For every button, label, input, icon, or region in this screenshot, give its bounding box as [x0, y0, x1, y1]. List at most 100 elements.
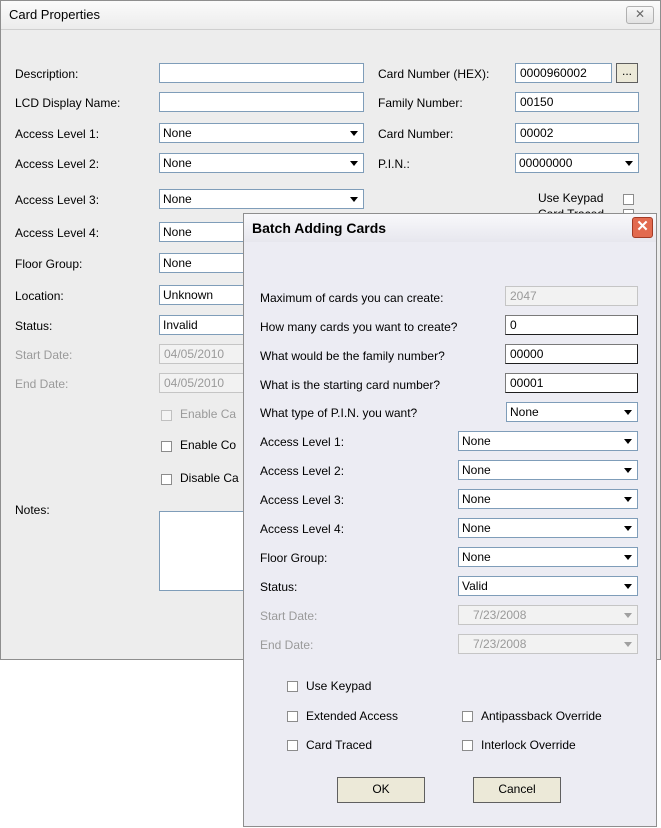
enable-checkbox-1 — [161, 410, 172, 421]
chevron-down-icon[interactable] — [345, 154, 363, 172]
lcd-display-name-input[interactable] — [159, 92, 364, 112]
disable-checkbox[interactable] — [161, 474, 172, 485]
notes-label: Notes: — [15, 503, 50, 517]
floor-group-value: None — [163, 256, 192, 270]
antipassback-override-label: Antipassback Override — [481, 709, 602, 723]
access-level-2-value: None — [163, 156, 192, 170]
access-level-1-value: None — [163, 126, 192, 140]
access-level-1-select[interactable]: None — [159, 123, 364, 143]
chevron-down-icon — [619, 606, 637, 624]
pin-select[interactable]: 00000000 — [515, 153, 639, 173]
card-traced-label: Card Traced — [306, 738, 373, 752]
family-number-input[interactable]: 00150 — [515, 92, 639, 112]
access-level-2-label: Access Level 2: — [15, 157, 100, 171]
access-level-1-value: None — [462, 434, 491, 448]
close-icon[interactable]: ✕ — [632, 217, 653, 238]
status-select[interactable]: Valid — [458, 576, 638, 596]
how-many-input[interactable]: 0 — [505, 315, 638, 335]
location-label: Location: — [15, 289, 64, 303]
access-level-4-label: Access Level 4: — [260, 522, 345, 536]
access-level-3-select[interactable]: None — [458, 489, 638, 509]
start-date-label: Start Date: — [260, 609, 318, 623]
pin-type-value: None — [510, 405, 539, 419]
disable-checkbox-label: Disable Ca — [180, 471, 239, 485]
end-date-picker: 7/23/2008 — [458, 634, 638, 654]
access-level-2-select[interactable]: None — [458, 460, 638, 480]
floor-group-label: Floor Group: — [260, 551, 328, 565]
access-level-3-value: None — [462, 492, 491, 506]
how-many-label: How many cards you want to create? — [260, 320, 458, 334]
enable-checkbox-2-label: Enable Co — [180, 438, 237, 452]
use-keypad-checkbox[interactable] — [287, 681, 298, 692]
chevron-down-icon[interactable] — [619, 432, 637, 450]
card-properties-titlebar[interactable]: Card Properties ✕ — [1, 1, 660, 30]
card-number-hex-label: Card Number (HEX): — [378, 67, 490, 81]
batch-adding-cards-window: Batch Adding Cards ✕ Maximum of cards yo… — [243, 213, 657, 827]
chevron-down-icon[interactable] — [619, 461, 637, 479]
access-level-1-label: Access Level 1: — [15, 127, 100, 141]
card-traced-checkbox[interactable] — [287, 740, 298, 751]
extended-access-checkbox[interactable] — [287, 711, 298, 722]
chevron-down-icon[interactable] — [345, 190, 363, 208]
chevron-down-icon[interactable] — [619, 403, 637, 421]
access-level-1-label: Access Level 1: — [260, 435, 345, 449]
end-date-label: End Date: — [260, 638, 314, 652]
max-cards-field: 2047 — [505, 286, 638, 306]
access-level-3-select[interactable]: None — [159, 189, 364, 209]
starting-number-label: What is the starting card number? — [260, 378, 441, 392]
card-number-input[interactable]: 00002 — [515, 123, 639, 143]
description-label: Description: — [15, 67, 79, 81]
interlock-override-checkbox[interactable] — [462, 740, 473, 751]
chevron-down-icon[interactable] — [620, 154, 638, 172]
window-title: Batch Adding Cards — [252, 220, 387, 236]
end-date-value: 7/23/2008 — [473, 637, 527, 651]
start-date-picker: 7/23/2008 — [458, 605, 638, 625]
ok-button[interactable]: OK — [337, 777, 425, 803]
access-level-4-value: None — [462, 521, 491, 535]
use-keypad-checkbox[interactable] — [623, 194, 634, 205]
card-number-label: Card Number: — [378, 127, 454, 141]
start-date-value: 7/23/2008 — [473, 608, 527, 622]
card-number-hex-input[interactable]: 0000960002 — [515, 63, 612, 83]
access-level-1-select[interactable]: None — [458, 431, 638, 451]
chevron-down-icon[interactable] — [345, 124, 363, 142]
chevron-down-icon[interactable] — [619, 577, 637, 595]
access-level-4-select[interactable]: None — [458, 518, 638, 538]
enable-checkbox-2[interactable] — [161, 441, 172, 452]
chevron-down-icon[interactable] — [619, 548, 637, 566]
batch-titlebar[interactable]: Batch Adding Cards ✕ — [244, 214, 656, 242]
cancel-button[interactable]: Cancel — [473, 777, 561, 803]
close-icon[interactable]: ✕ — [626, 6, 654, 24]
end-date-label: End Date: — [15, 377, 69, 391]
family-number-input[interactable]: 00000 — [505, 344, 638, 364]
access-level-2-label: Access Level 2: — [260, 464, 345, 478]
pin-label: P.I.N.: — [378, 157, 410, 171]
floor-group-select[interactable]: None — [458, 547, 638, 567]
pin-value: 00000000 — [519, 156, 573, 170]
start-date-label: Start Date: — [15, 348, 73, 362]
access-level-2-value: None — [462, 463, 491, 477]
access-level-2-select[interactable]: None — [159, 153, 364, 173]
description-input[interactable] — [159, 63, 364, 83]
extended-access-label: Extended Access — [306, 709, 399, 723]
enable-checkbox-1-label: Enable Ca — [180, 407, 237, 421]
chevron-down-icon[interactable] — [619, 490, 637, 508]
starting-number-input[interactable]: 00001 — [505, 373, 638, 393]
antipassback-override-checkbox[interactable] — [462, 711, 473, 722]
pin-type-select[interactable]: None — [506, 402, 638, 422]
status-value: Valid — [462, 579, 488, 593]
access-level-4-value: None — [163, 225, 192, 239]
family-number-label: What would be the family number? — [260, 349, 445, 363]
floor-group-label: Floor Group: — [15, 257, 83, 271]
access-level-3-value: None — [163, 192, 192, 206]
browse-button[interactable]: ... — [616, 63, 638, 83]
max-cards-label: Maximum of cards you can create: — [260, 291, 444, 305]
window-title: Card Properties — [9, 7, 101, 22]
use-keypad-label: Use Keypad — [306, 679, 372, 693]
chevron-down-icon — [619, 635, 637, 653]
family-number-label: Family Number: — [378, 96, 463, 110]
access-level-3-label: Access Level 3: — [15, 193, 100, 207]
status-value: Invalid — [163, 318, 198, 332]
chevron-down-icon[interactable] — [619, 519, 637, 537]
use-keypad-label: Use Keypad — [538, 191, 604, 205]
